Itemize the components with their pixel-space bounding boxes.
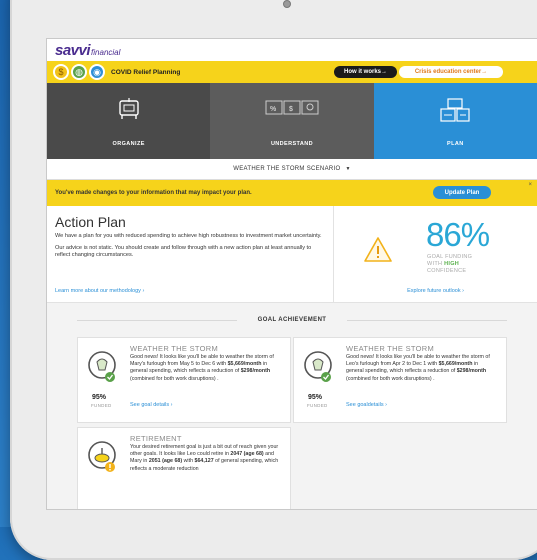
retirement-chair-icon [88, 441, 116, 472]
goal-funding-panel: 86% GOAL FUNDING WITH HIGH CONFIDENCE Ex… [334, 206, 537, 302]
brand-bar: savvi financial [47, 39, 537, 61]
goal-card-percent: 95% [92, 394, 107, 401]
close-icon[interactable]: × [528, 182, 532, 188]
camera-dot [283, 0, 291, 8]
piggy-bank-icon [118, 98, 139, 119]
storm-shield-icon [304, 351, 332, 382]
goal-details-link[interactable]: See goal details › [130, 402, 173, 408]
goal-funding-percent: 86% [426, 216, 490, 253]
storm-shield-icon [88, 351, 116, 382]
goal-card-body: Your desired retirement goal is just a b… [130, 444, 279, 472]
update-plan-button[interactable]: Update Plan [433, 186, 491, 199]
goal-card-title: WEATHER THE STORM [346, 344, 435, 353]
action-plan-section: Action Plan We have a plan for you with … [47, 206, 537, 303]
covid-relief-bar: $ ◍ ◉ COVID Relief Planning How it works… [47, 61, 537, 83]
main-tabs: ORGANIZE % $ UNDERSTAND PLAN [47, 83, 537, 159]
action-plan-paragraph-2: Our advice is not static. You should cre… [55, 244, 312, 259]
scenario-label: WEATHER THE STORM SCENARIO [233, 166, 341, 172]
goal-card-body: Good news! It looks like you'll be able … [130, 354, 274, 382]
warning-icon [364, 237, 392, 262]
notice-text: You've made changes to your information … [55, 190, 252, 196]
logo[interactable]: savvi [55, 42, 91, 59]
confidence-label: GOAL FUNDING WITH HIGH CONFIDENCE [427, 254, 472, 275]
confidence-level: HIGH [444, 261, 460, 267]
goal-card-weather-leo: WEATHER THE STORM Good news! It looks li… [293, 337, 507, 423]
tab-organize-label: ORGANIZE [112, 141, 145, 147]
svg-text:$: $ [289, 106, 293, 113]
covid-relief-title: COVID Relief Planning [111, 68, 181, 76]
goal-card-funded-label: FUNDED [307, 403, 328, 408]
dollar-badge-icon: $ [53, 64, 69, 80]
tablet-frame: savvi financial $ ◍ ◉ COVID Relief Plann… [10, 0, 537, 560]
goal-card-percent: 95% [308, 394, 323, 401]
action-plan-paragraph-1: We have a plan for you with reduced spen… [55, 233, 322, 239]
goal-card-body: Good news! It looks like you'll be able … [346, 354, 490, 382]
how-it-works-button[interactable]: How it works→ [334, 66, 398, 78]
confidence-line-2: WITH HIGH [427, 261, 460, 267]
methodology-link[interactable]: Learn more about our methodology › [55, 288, 144, 294]
tab-plan-label: PLAN [447, 141, 464, 147]
divider [347, 320, 507, 321]
money-grid-icon: % $ [265, 100, 319, 115]
confidence-line-1: GOAL FUNDING [427, 254, 473, 260]
goal-card-title: WEATHER THE STORM [130, 344, 219, 353]
goal-achievement-section: GOAL ACHIEVEMENT WEATHER THE STORM Good … [47, 303, 537, 509]
goal-card-retirement: RETIREMENT Your desired retirement goal … [77, 427, 291, 509]
crisis-education-button[interactable]: Crisis education center→ [399, 66, 503, 78]
changes-notice-bar: You've made changes to your information … [47, 180, 537, 206]
confidence-line-3: CONFIDENCE [427, 268, 467, 274]
scenario-selector[interactable]: WEATHER THE STORM SCENARIO ▼ [47, 159, 537, 180]
logo-subtext: financial [91, 47, 121, 57]
tab-organize[interactable]: ORGANIZE [47, 83, 211, 159]
explore-outlook-link[interactable]: Explore future outlook › [334, 288, 537, 294]
goal-card-weather-mary: WEATHER THE STORM Good news! It looks li… [77, 337, 291, 423]
tab-understand[interactable]: % $ UNDERSTAND [210, 83, 374, 159]
plan-documents-icon [440, 98, 470, 122]
chevron-down-icon: ▼ [345, 166, 351, 172]
tab-plan[interactable]: PLAN [373, 83, 537, 159]
goal-card-funded-label: FUNDED [91, 403, 112, 408]
action-plan-title: Action Plan [55, 214, 126, 230]
svg-text:%: % [270, 106, 277, 113]
action-plan-summary: Action Plan We have a plan for you with … [47, 206, 334, 302]
globe-badge-icon: ◍ [71, 64, 87, 80]
goal-details-link[interactable]: See goaldetails › [346, 402, 387, 408]
app-screen: savvi financial $ ◍ ◉ COVID Relief Plann… [46, 38, 537, 510]
shield-badge-icon: ◉ [89, 64, 105, 80]
goal-card-title: RETIREMENT [130, 434, 182, 443]
tab-understand-label: UNDERSTAND [270, 141, 314, 147]
